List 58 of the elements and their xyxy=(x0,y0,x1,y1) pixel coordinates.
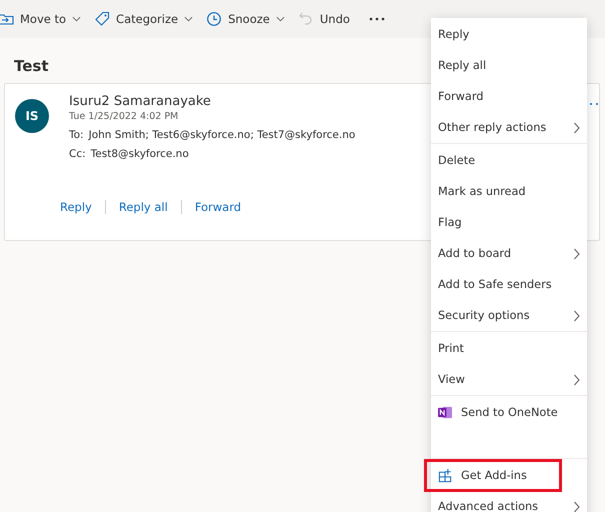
menu-item[interactable]: Other reply actions xyxy=(431,112,587,143)
menu-item[interactable]: Send to OneNote xyxy=(431,397,587,428)
menu-item[interactable]: Forward xyxy=(431,81,587,112)
tag-icon xyxy=(94,11,110,27)
menu-item-label: Get Add-ins xyxy=(461,469,528,482)
menu-item[interactable]: Flag xyxy=(431,207,587,238)
menu-item-label: Add to Safe senders xyxy=(438,278,553,291)
menu-item[interactable]: Security options xyxy=(431,300,587,331)
chevron-right-icon xyxy=(573,122,580,134)
avatar: IS xyxy=(15,99,49,133)
menu-item-label: Send to OneNote xyxy=(461,406,559,419)
menu-item[interactable]: Advanced actions xyxy=(431,491,587,512)
message-date: Tue 1/25/2022 4:02 PM xyxy=(69,111,180,122)
menu-item-label: Advanced actions xyxy=(438,500,540,512)
cc-recipients: Test8@skyforce.no xyxy=(90,148,189,160)
toolbar-button[interactable]: Undo xyxy=(294,4,359,34)
reply-action-link[interactable]: Reply all xyxy=(104,200,181,214)
toolbar-button[interactable]: Move to xyxy=(0,4,90,34)
onenote-icon xyxy=(438,406,453,419)
toolbar-button[interactable]: Categorize xyxy=(90,4,202,34)
chevron-right-icon xyxy=(573,500,580,512)
menu-item-label: Delete xyxy=(438,154,476,167)
menu-item[interactable]: Mark as unread xyxy=(431,176,587,207)
menu-item-label: Reply all xyxy=(438,59,488,72)
menu-item[interactable]: Reply xyxy=(431,19,587,50)
menu-item-label: View xyxy=(438,373,466,386)
cc-label: Cc: xyxy=(69,148,86,160)
menu-item-label: Print xyxy=(438,342,465,355)
chevron-down-icon xyxy=(184,16,194,22)
menu-item-label: Forward xyxy=(438,90,484,103)
menu-item[interactable]: View xyxy=(431,364,587,395)
menu-item[interactable]: Add to Safe senders xyxy=(431,269,587,300)
menu-item[interactable]: Reply all xyxy=(431,50,587,81)
menu-item[interactable]: Print xyxy=(431,333,587,364)
sender-name: Isuru2 Samaranayake xyxy=(69,94,212,109)
chevron-down-icon xyxy=(72,16,82,22)
menu-item-label: Add to board xyxy=(438,247,512,260)
chevron-right-icon xyxy=(573,310,580,322)
chevron-right-icon xyxy=(573,248,580,260)
reply-action-link[interactable]: Forward xyxy=(180,200,254,214)
to-label: To: xyxy=(69,129,84,141)
menu-item[interactable]: Delete xyxy=(431,145,587,176)
toolbar-button[interactable]: Snooze xyxy=(202,4,294,34)
chevron-right-icon xyxy=(573,374,580,386)
menu-item[interactable]: Get Add-ins xyxy=(425,460,561,491)
menu-item[interactable]: Add to board xyxy=(431,238,587,269)
menu-item-label: Mark as unread xyxy=(438,185,527,198)
menu-item-label: Other reply actions xyxy=(438,121,548,134)
menu-item-label: Security options xyxy=(438,309,531,322)
email-subject: Test xyxy=(14,57,49,75)
recipients: John Smith; Test6@skyforce.no; Test7@skyforce.no xyxy=(88,129,356,141)
reply-action-link[interactable]: Reply xyxy=(56,200,105,214)
chevron-down-icon xyxy=(276,16,285,22)
undo-icon xyxy=(298,11,314,27)
menu-item-label: Flag xyxy=(438,216,463,229)
clock-icon xyxy=(206,11,222,27)
menu-item-label: Reply xyxy=(438,28,470,41)
grid-plus-icon xyxy=(438,468,453,483)
